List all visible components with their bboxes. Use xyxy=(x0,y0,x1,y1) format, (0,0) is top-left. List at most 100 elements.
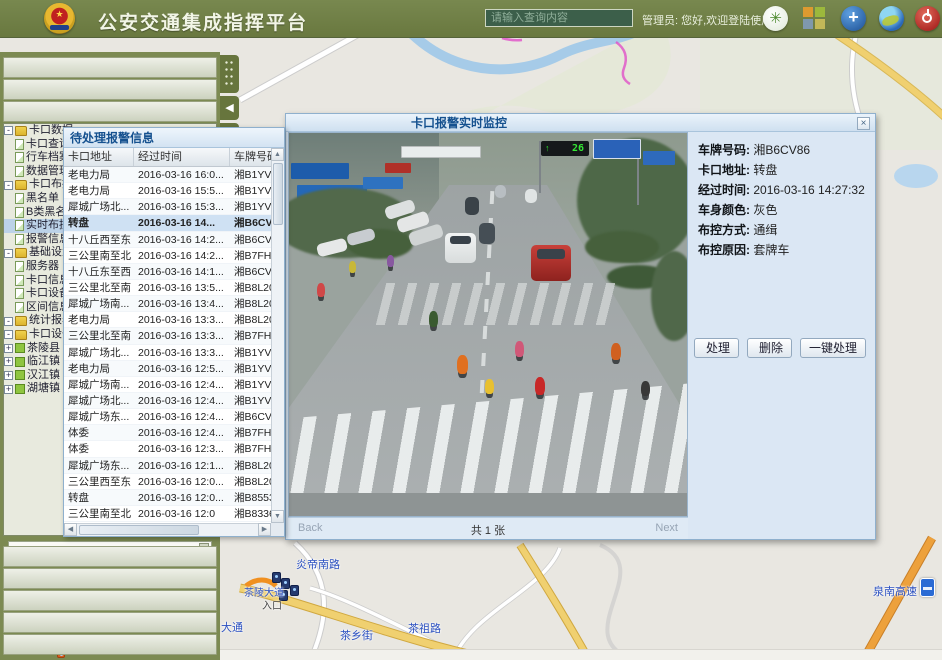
cell-plate: 湘B8L203 xyxy=(230,458,271,473)
alarm-row[interactable]: 老电力局 2016-03-16 13:3... 湘B8L203 xyxy=(64,312,271,328)
sidebar-menu-item[interactable] xyxy=(3,634,217,655)
cell-address: 老电力局 xyxy=(64,167,134,182)
cell-plate: 湘B6CV86 xyxy=(230,264,271,279)
cell-address: 体委 xyxy=(64,441,134,456)
cell-time: 2016-03-16 14:2... xyxy=(134,248,230,263)
alarm-row[interactable]: 犀城广场东... 2016-03-16 12:1... 湘B8L203 xyxy=(64,458,271,474)
scroll-right-icon[interactable]: ▶ xyxy=(258,523,271,536)
alarm-row[interactable]: 老电力局 2016-03-16 12:5... 湘B1YV96 xyxy=(64,361,271,377)
column-header[interactable]: 车牌号码 xyxy=(230,148,271,166)
sidebar-menu-item[interactable] xyxy=(3,79,217,100)
alarm-row[interactable]: 老电力局 2016-03-16 16:0... 湘B1YV96 xyxy=(64,167,271,183)
alarm-row[interactable]: 转盘 2016-03-16 14... 湘B6CV... xyxy=(64,215,271,231)
cell-time: 2016-03-16 12:4... xyxy=(134,393,230,408)
photo-pager: Back 共 1 张 Next xyxy=(288,517,688,539)
scene-trees xyxy=(651,251,688,341)
alarm-row[interactable]: 体委 2016-03-16 12:4... 湘B7FH62 xyxy=(64,425,271,441)
detail-value: 转盘 xyxy=(753,163,777,177)
alarm-row[interactable]: 老电力局 2016-03-16 15:5... 湘B1YV96 xyxy=(64,183,271,199)
tree-expand-box[interactable]: - xyxy=(4,317,13,326)
map-marker[interactable] xyxy=(290,585,299,596)
tree-expand-box[interactable]: - xyxy=(4,126,13,135)
power-icon[interactable] xyxy=(915,6,940,31)
scrollbar-thumb[interactable] xyxy=(273,163,283,225)
close-icon[interactable]: × xyxy=(857,117,870,130)
alarm-row[interactable]: 体委 2016-03-16 12:3... 湘B7FH62 xyxy=(64,441,271,457)
scroll-left-icon[interactable]: ◀ xyxy=(64,523,77,536)
detail-label: 布控方式: xyxy=(698,223,750,237)
sidebar-menu-item[interactable] xyxy=(3,101,217,122)
alarm-row[interactable]: 十八丘西至东 2016-03-16 14:2... 湘B6CV86 xyxy=(64,232,271,248)
apps-grid-icon[interactable] xyxy=(802,6,827,31)
scrollbar-thumb[interactable] xyxy=(79,525,199,535)
sidebar-menu-item[interactable] xyxy=(3,57,217,78)
scroll-up-icon[interactable]: ▲ xyxy=(271,148,284,161)
sidebar-menu-item[interactable] xyxy=(3,590,217,611)
alarm-detail-panel: 车牌号码: 湘B6CV86 卡口地址: 转盘 经过时间: 2016-03-16 … xyxy=(688,132,875,539)
tree-node-icon xyxy=(15,357,25,367)
alarm-table: 卡口地址 经过时间 车牌号码 老电力局 2016-03-16 16:0... 湘… xyxy=(64,148,271,523)
tree-expand-box[interactable]: + xyxy=(4,344,13,353)
detail-label: 布控原因: xyxy=(698,243,750,257)
cell-time: 2016-03-16 15:3... xyxy=(134,199,230,214)
sidebar-menu-item[interactable] xyxy=(3,568,217,589)
detail-label: 车牌号码: xyxy=(698,143,750,157)
detail-label: 卡口地址: xyxy=(698,163,750,177)
tree-expand-box[interactable]: + xyxy=(4,371,13,380)
scene-red-van xyxy=(531,245,571,281)
sidebar-menu-item[interactable] xyxy=(3,546,217,567)
alarm-row[interactable]: 十八丘东至西 2016-03-16 14:1... 湘B6CV86 xyxy=(64,264,271,280)
alarm-rows: 老电力局 2016-03-16 16:0... 湘B1YV96 老电力局 201… xyxy=(64,167,271,522)
plus-icon[interactable]: + xyxy=(841,6,866,31)
vertical-scrollbar[interactable]: ▲ ▼ xyxy=(271,148,284,523)
cell-plate: 湘B7FH62 xyxy=(230,441,271,456)
panel-collapse-arrow[interactable]: ◀ xyxy=(220,96,239,120)
tree-expand-box[interactable]: - xyxy=(4,181,13,190)
alarm-row[interactable]: 犀城广场南... 2016-03-16 13:4... 湘B8L203 xyxy=(64,296,271,312)
tree-expand-box[interactable]: + xyxy=(4,357,13,366)
alarm-row[interactable]: 三公里南至北 2016-03-16 14:2... 湘B7FH62 xyxy=(64,248,271,264)
alarm-row[interactable]: 犀城广场北... 2016-03-16 13:3... 湘B1YV96 xyxy=(64,345,271,361)
map-marker[interactable] xyxy=(272,572,281,583)
horizontal-scrollbar[interactable]: ◀ ▶ xyxy=(64,523,271,536)
tree-node-label: 湖塘镇 xyxy=(27,382,60,396)
cell-time: 2016-03-16 13:3... xyxy=(134,328,230,343)
tree-expand-box[interactable]: + xyxy=(4,385,13,394)
panel-handle-dots[interactable] xyxy=(220,55,239,93)
alarm-row[interactable]: 三公里南至北 2016-03-16 12:0 湘B83362 xyxy=(64,506,271,522)
scene-banner xyxy=(401,146,481,158)
tree-node-icon xyxy=(15,370,25,380)
earth-globe-icon[interactable] xyxy=(879,6,904,31)
cell-time: 2016-03-16 12:0... xyxy=(134,490,230,505)
cell-time: 2016-03-16 12:0... xyxy=(134,474,230,489)
cell-plate: 湘B1YV96 xyxy=(230,199,271,214)
cell-plate: 湘B1YV96 xyxy=(230,345,271,360)
tree-expand-box[interactable]: - xyxy=(4,330,13,339)
alarm-row[interactable]: 转盘 2016-03-16 12:0... 湘B8553G xyxy=(64,490,271,506)
alarm-row[interactable]: 三公里北至南 2016-03-16 13:3... 湘B7FH62 xyxy=(64,328,271,344)
scene-shop-sign xyxy=(363,177,403,189)
cell-plate: 湘B83362 xyxy=(230,506,271,521)
tree-expand-box[interactable]: - xyxy=(4,249,13,258)
cell-address: 犀城广场北... xyxy=(64,345,134,360)
alarm-row[interactable]: 犀城广场北... 2016-03-16 12:4... 湘B1YV96 xyxy=(64,393,271,409)
sidebar-menu-item[interactable] xyxy=(3,612,217,633)
cell-plate: 湘B6CV86 xyxy=(230,409,271,424)
next-button[interactable]: Next xyxy=(655,522,678,534)
cell-time: 2016-03-16 12:5... xyxy=(134,361,230,376)
tree-node-label: 茶陵县 xyxy=(27,342,60,356)
alarm-row[interactable]: 犀城广场北... 2016-03-16 15:3... 湘B1YV96 xyxy=(64,199,271,215)
scroll-down-icon[interactable]: ▼ xyxy=(271,510,284,523)
action-button[interactable]: 删除 xyxy=(747,338,792,358)
search-input[interactable] xyxy=(485,9,633,27)
alarm-row[interactable]: 犀城广场东... 2016-03-16 12:4... 湘B6CV86 xyxy=(64,409,271,425)
tree-node-icon xyxy=(15,234,24,245)
column-header[interactable]: 卡口地址 xyxy=(64,148,134,166)
alarm-row[interactable]: 三公里北至南 2016-03-16 13:5... 湘B8L203 xyxy=(64,280,271,296)
action-button[interactable]: 处理 xyxy=(694,338,739,358)
alarm-row[interactable]: 三公里西至东 2016-03-16 12:0... 湘B8L203 xyxy=(64,474,271,490)
action-button[interactable]: 一键处理 xyxy=(800,338,866,358)
navigation-wheel-icon[interactable]: ✳ xyxy=(763,6,788,31)
alarm-row[interactable]: 犀城广场南... 2016-03-16 12:4... 湘B1YV96 xyxy=(64,377,271,393)
column-header[interactable]: 经过时间 xyxy=(134,148,230,166)
